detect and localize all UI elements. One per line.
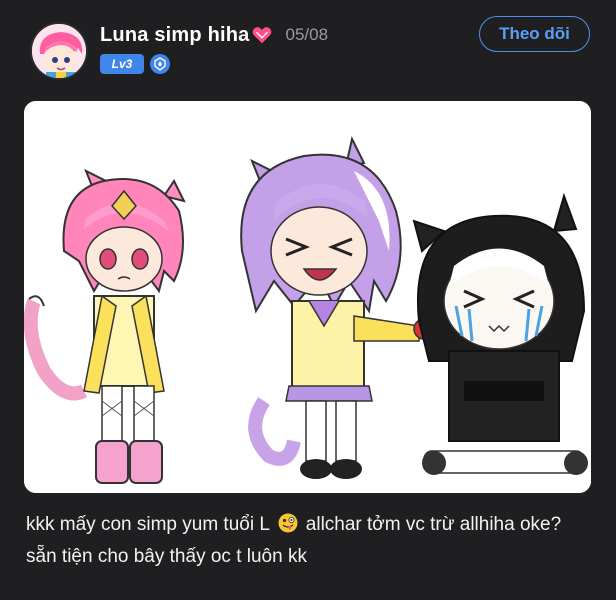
username[interactable]: Luna simp hiha — [100, 24, 249, 47]
zany-face-emoji — [278, 513, 297, 533]
shield-medal-icon — [150, 54, 170, 74]
user-badges: Lv3 — [100, 54, 170, 74]
post-caption: kkk mấy con simp yum tuổi L allchar tởm … — [26, 509, 596, 573]
post-image[interactable] — [24, 101, 591, 493]
post-header: Luna simp hiha 05/08 Lv3 Theo dõi — [0, 0, 616, 100]
avatar[interactable] — [30, 22, 88, 80]
pink-heart-icon — [253, 27, 272, 44]
follow-button[interactable]: Theo dõi — [479, 16, 590, 52]
username-row: Luna simp hiha 05/08 — [100, 22, 328, 48]
post-date: 05/08 — [285, 25, 329, 44]
level-badge: Lv3 — [100, 54, 144, 74]
caption-text-1: kkk mấy con simp yum tuổi L — [26, 514, 270, 535]
